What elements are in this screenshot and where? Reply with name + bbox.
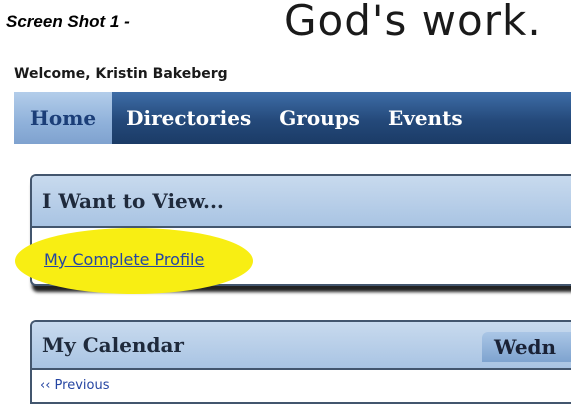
i-want-to-view-panel: I Want to View... My Complete Profile bbox=[15, 174, 571, 294]
calendar-date-tab[interactable]: Wedn bbox=[482, 332, 571, 362]
calendar-previous-link[interactable]: ‹‹ Previous bbox=[40, 378, 109, 393]
chevron-left-icon: ‹‹ bbox=[40, 378, 55, 393]
calendar-panel-title: My Calendar bbox=[42, 333, 184, 357]
welcome-message: Welcome, Kristin Bakeberg bbox=[14, 66, 228, 82]
screenshot-caption: Screen Shot 1 - bbox=[6, 12, 130, 31]
nav-tab-directories[interactable]: Directories bbox=[112, 92, 265, 144]
my-complete-profile-link[interactable]: My Complete Profile bbox=[44, 250, 204, 269]
previous-label: Previous bbox=[54, 378, 110, 393]
brand-tagline: God's work. bbox=[284, 0, 542, 45]
main-nav-bar: Home Directories Groups Events bbox=[14, 92, 571, 144]
my-calendar-panel: My Calendar Wedn ‹‹ Previous bbox=[30, 320, 571, 404]
nav-tab-events[interactable]: Events bbox=[374, 92, 477, 144]
nav-tab-home[interactable]: Home bbox=[14, 92, 113, 144]
calendar-panel-header: My Calendar Wedn bbox=[32, 322, 571, 370]
panel-title: I Want to View... bbox=[32, 176, 571, 228]
nav-tab-groups[interactable]: Groups bbox=[265, 92, 374, 144]
